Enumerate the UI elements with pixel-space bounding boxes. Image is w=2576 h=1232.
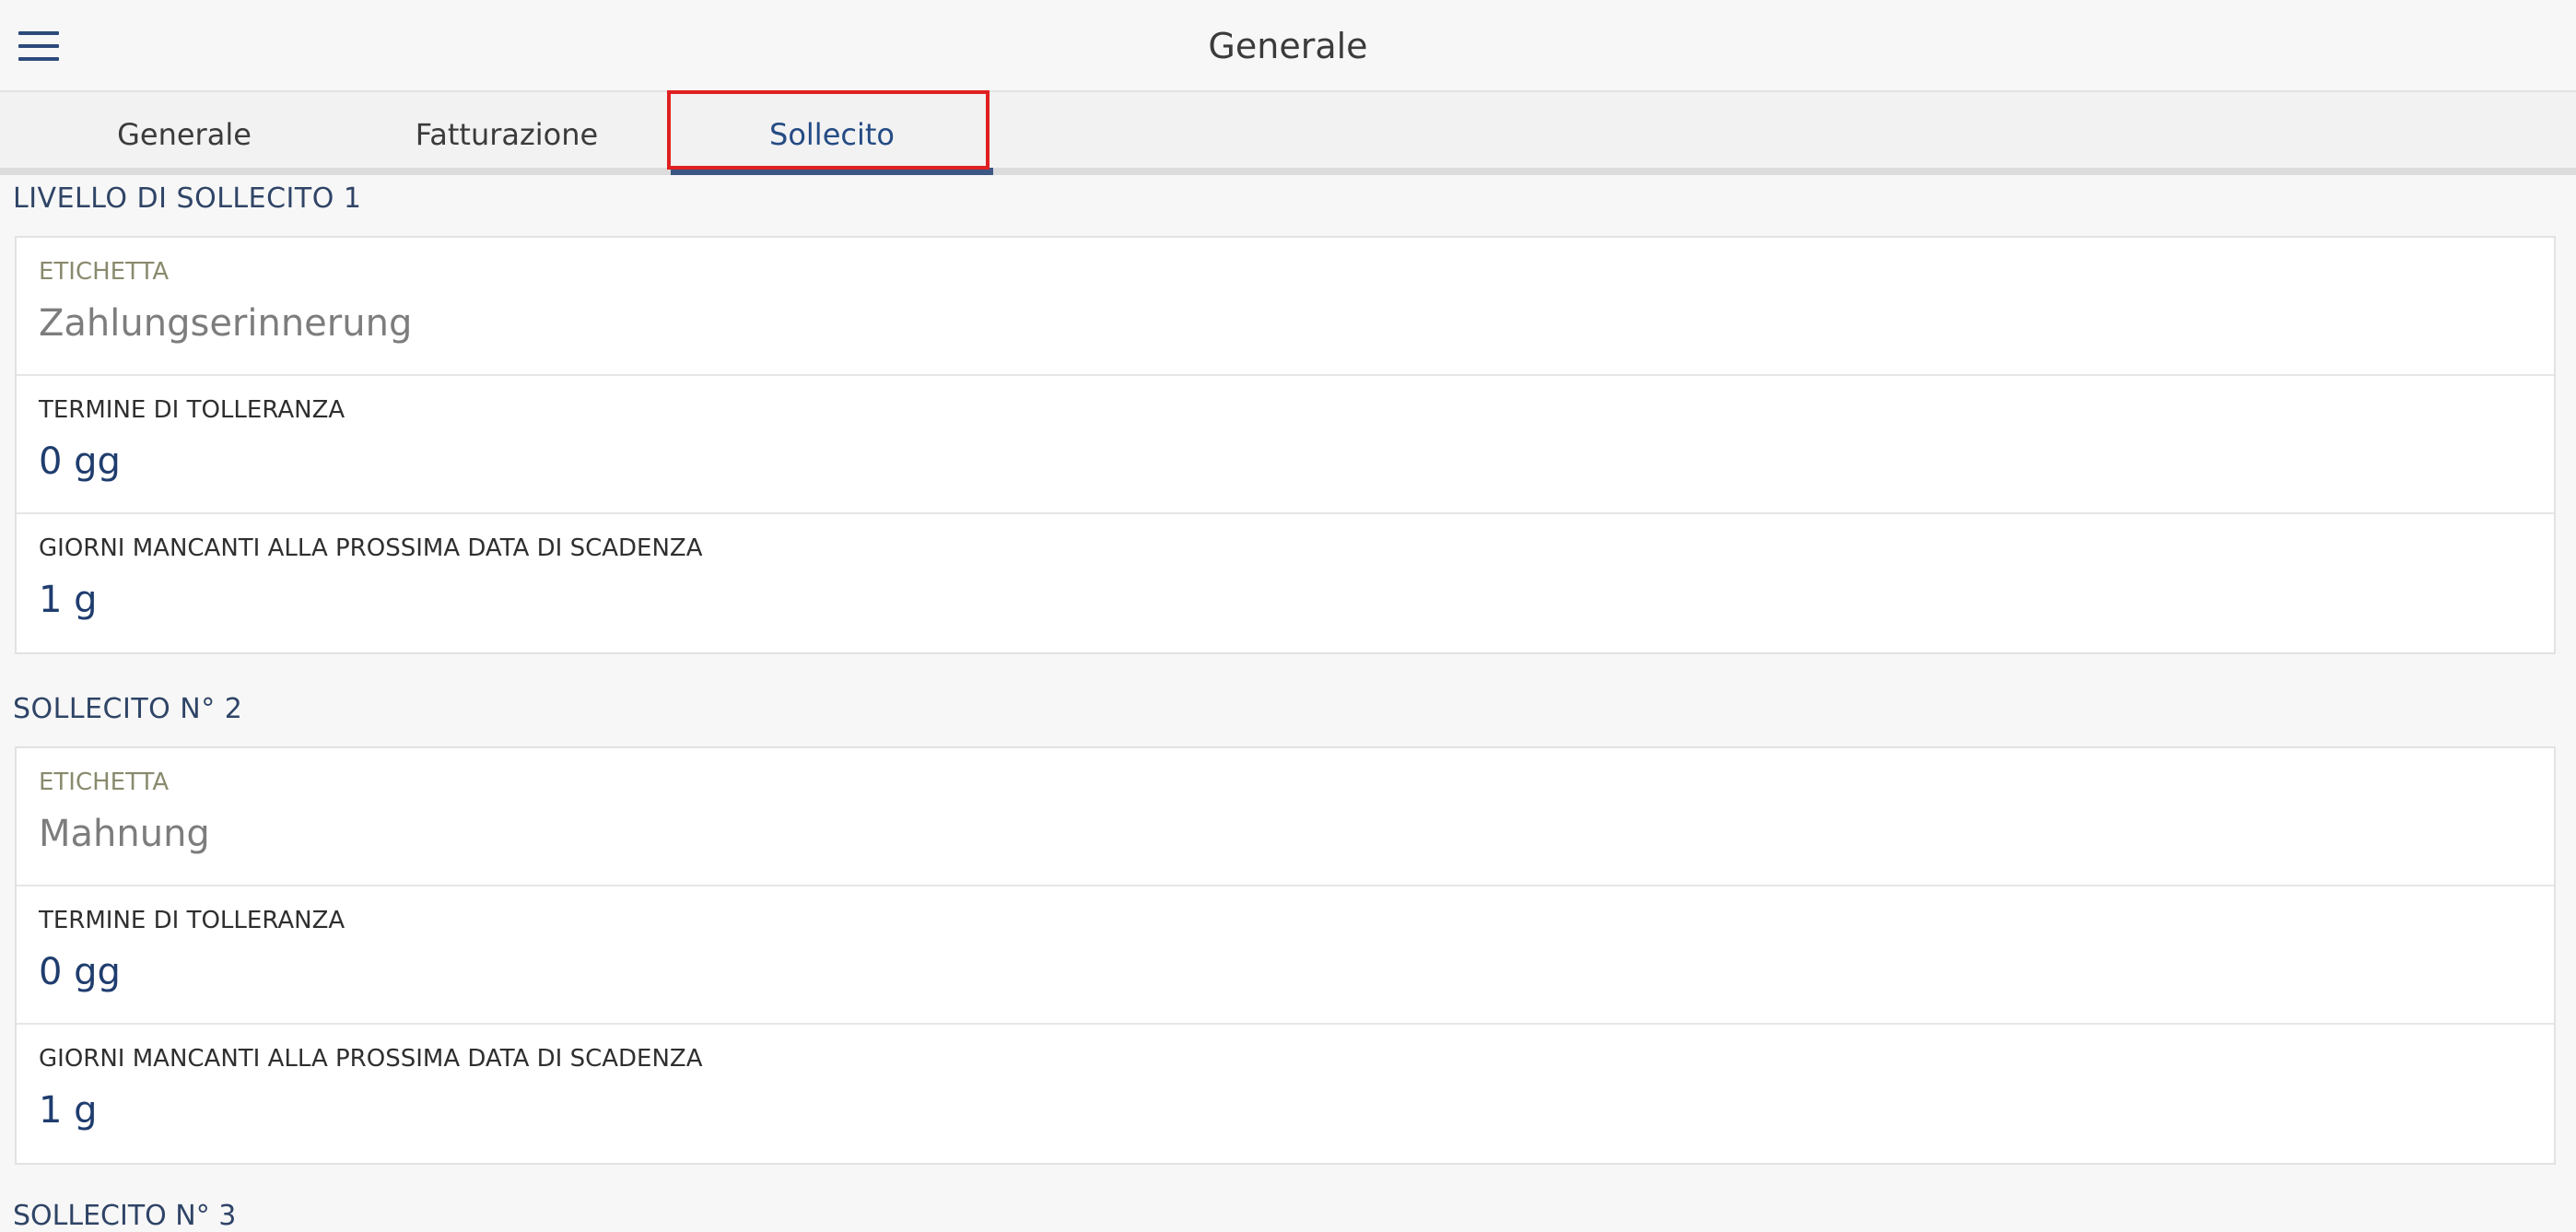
field-label: TERMINE DI TOLLERANZA [39, 396, 345, 424]
grace-period-value[interactable]: 0 gg [39, 440, 121, 483]
days-to-due-row[interactable]: GIORNI MANCANTI ALLA PROSSIMA DATA DI SC… [17, 1025, 2554, 1163]
days-to-due-value[interactable]: 1 g [39, 1089, 98, 1132]
days-to-due-row[interactable]: GIORNI MANCANTI ALLA PROSSIMA DATA DI SC… [17, 514, 2554, 652]
label-field-row[interactable]: ETICHETTA Mahnung [17, 748, 2554, 886]
tab-fatturazione[interactable]: Fatturazione [350, 92, 663, 168]
reminder-level-2-card: ETICHETTA Mahnung TERMINE DI TOLLERANZA … [15, 746, 2556, 1165]
hamburger-menu-icon[interactable] [18, 31, 59, 61]
label-input[interactable]: Zahlungserinnerung [39, 302, 412, 345]
label-field-row[interactable]: ETICHETTA Zahlungserinnerung [17, 238, 2554, 376]
page-title: Generale [1208, 26, 1368, 66]
grace-period-row[interactable]: TERMINE DI TOLLERANZA 0 gg [17, 376, 2554, 514]
grace-period-row[interactable]: TERMINE DI TOLLERANZA 0 gg [17, 886, 2554, 1025]
field-label: ETICHETTA [39, 769, 170, 796]
reminder-level-1-card: ETICHETTA Zahlungserinnerung TERMINE DI … [15, 236, 2556, 654]
tab-bar-divider [0, 168, 2576, 175]
field-label: ETICHETTA [39, 258, 170, 286]
field-label: GIORNI MANCANTI ALLA PROSSIMA DATA DI SC… [39, 1045, 703, 1073]
days-to-due-value[interactable]: 1 g [39, 579, 98, 621]
top-bar: Generale [0, 0, 2576, 92]
label-input[interactable]: Mahnung [39, 813, 210, 855]
tab-generale[interactable]: Generale [37, 92, 332, 168]
field-label: TERMINE DI TOLLERANZA [39, 907, 345, 934]
section-title-level-1: LIVELLO DI SOLLECITO 1 [13, 182, 362, 215]
section-title-level-2: SOLLECITO N° 2 [13, 693, 243, 725]
field-label: GIORNI MANCANTI ALLA PROSSIMA DATA DI SC… [39, 534, 703, 562]
section-title-level-3: SOLLECITO N° 3 [13, 1200, 237, 1232]
grace-period-value[interactable]: 0 gg [39, 951, 121, 993]
tab-highlight-box [667, 90, 989, 170]
